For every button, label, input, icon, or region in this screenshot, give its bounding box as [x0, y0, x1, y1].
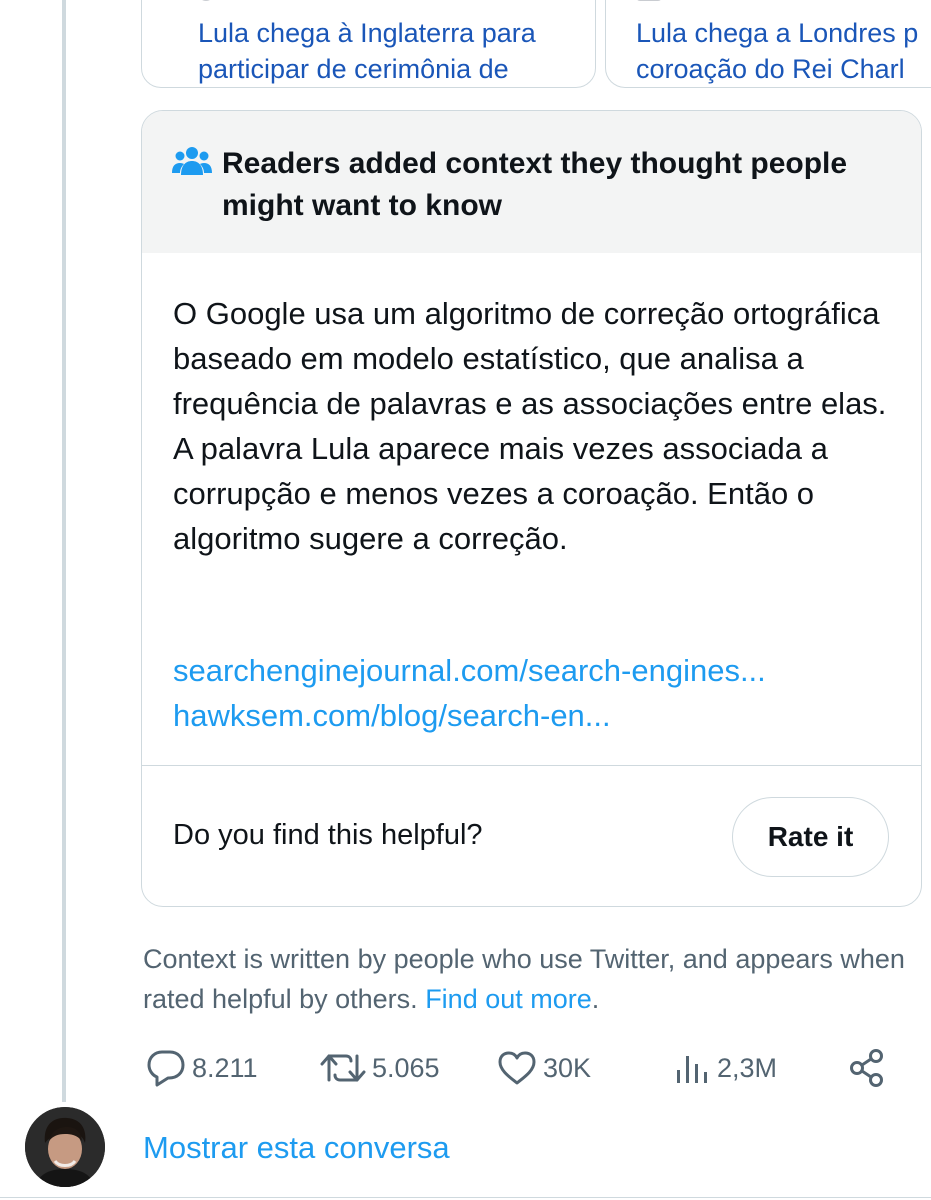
community-note-card: Readers added context they thought peopl…	[141, 110, 922, 907]
like-count: 30K	[543, 1052, 592, 1083]
reply-count: 8.211	[192, 1052, 258, 1083]
source-link[interactable]: hawksem.com/blog/search-en...	[173, 693, 893, 738]
views-button[interactable]: 2,3M	[675, 1048, 777, 1088]
show-conversation-link[interactable]: Mostrar esta conversa	[143, 1128, 450, 1168]
heart-icon	[498, 1051, 536, 1085]
retweet-button[interactable]: 5.065	[320, 1048, 440, 1088]
reply-icon	[147, 1050, 185, 1087]
people-icon	[172, 147, 212, 175]
source-link[interactable]: searchenginejournal.com/search-engines..…	[173, 648, 893, 693]
share-icon	[850, 1049, 883, 1087]
news-card[interactable]: Lula chega a Londres p coroação do Rei C…	[605, 0, 931, 88]
thread-line	[62, 0, 66, 1102]
user-avatar-image	[25, 1107, 105, 1187]
note-header: Readers added context they thought peopl…	[142, 111, 921, 253]
analytics-icon	[677, 1056, 707, 1083]
reply-button[interactable]: 8.211	[146, 1048, 258, 1088]
divider	[0, 1197, 931, 1198]
like-button[interactable]: 30K	[497, 1048, 591, 1088]
note-body: O Google usa um algoritmo de correção or…	[173, 296, 887, 556]
divider	[142, 765, 921, 766]
avatar[interactable]	[25, 1107, 105, 1187]
note-source-links: searchenginejournal.com/search-engines..…	[173, 648, 893, 738]
note-disclaimer: Context is written by people who use Twi…	[143, 944, 905, 1014]
news-card-title: Lula chega à Inglaterra para participar …	[198, 18, 536, 84]
note-title: Readers added context they thought peopl…	[222, 147, 848, 222]
news-thumbnail-icon	[636, 0, 662, 1]
helpful-question: Do you find this helpful?	[173, 819, 483, 851]
retweet-count: 5.065	[372, 1052, 440, 1083]
retweet-icon	[320, 1054, 366, 1082]
share-button[interactable]	[848, 1048, 888, 1088]
news-card-title: Lula chega a Londres p coroação do Rei C…	[636, 18, 919, 84]
find-out-more-link[interactable]: Find out more	[425, 984, 592, 1014]
views-count: 2,3M	[717, 1052, 778, 1083]
news-card[interactable]: Lula chega à Inglaterra para participar …	[141, 0, 596, 88]
rate-it-button[interactable]: Rate it	[732, 797, 889, 877]
news-thumbnail-icon	[198, 0, 214, 1]
